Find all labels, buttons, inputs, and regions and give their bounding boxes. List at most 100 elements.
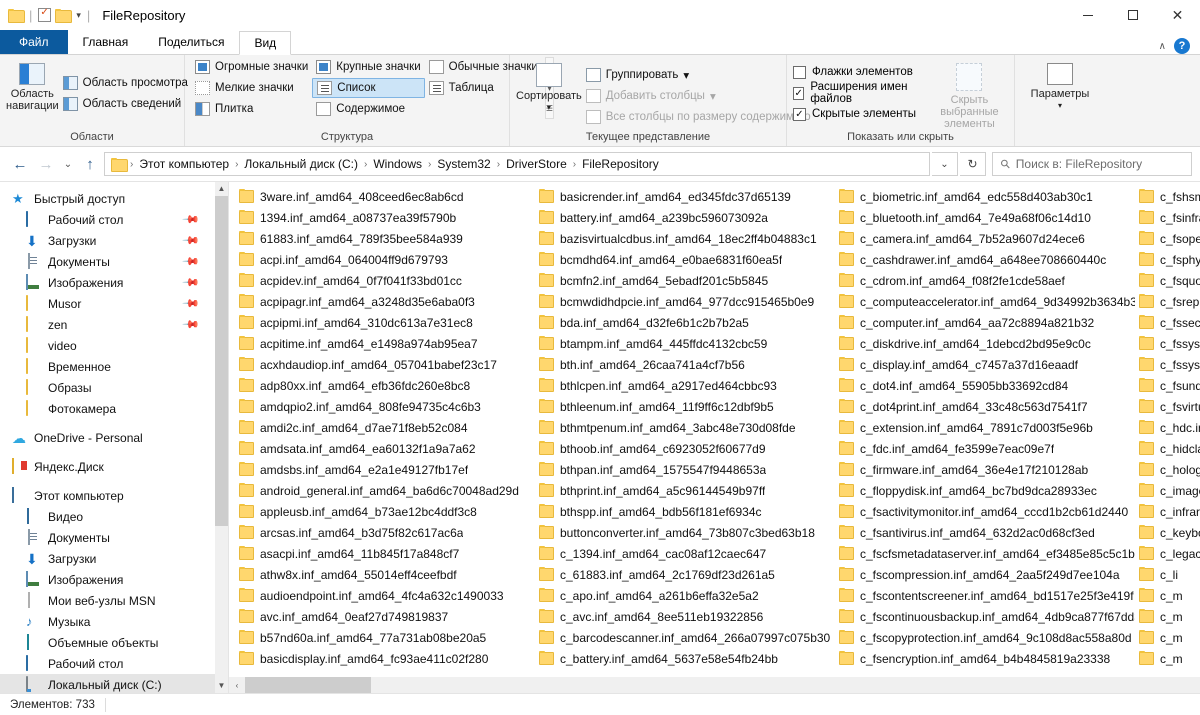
file-list-item[interactable]: c_li [1135, 564, 1200, 585]
sidebar-item-pc-documents[interactable]: Документы [0, 527, 228, 548]
sidebar-item-documents[interactable]: Документы 📌 [0, 251, 228, 272]
sidebar-item-zen[interactable]: zen 📌 [0, 314, 228, 335]
file-list-item[interactable]: c_diskdrive.inf_amd64_1debcd2bd95e9c0c [835, 333, 1135, 354]
breadcrumb-item-2[interactable]: Windows [369, 157, 426, 171]
extra-large-icons-button[interactable]: Огромные значки [191, 57, 312, 77]
file-list-item[interactable]: c_fsopenfilebackup.inf_amd64_2174d2189fc… [1135, 228, 1200, 249]
customize-qat-icon[interactable]: ▾ [76, 10, 81, 21]
file-list-item[interactable]: basicrender.inf_amd64_ed345fdc37d65139 [535, 186, 835, 207]
preview-pane-button[interactable]: Область просмотра [59, 73, 192, 93]
file-list-item[interactable]: appleusb.inf_amd64_b73ae12bc4ddf3c8 [235, 501, 535, 522]
tab-file[interactable]: Файл [0, 30, 68, 54]
file-list-item[interactable]: c_fsinfrastructure.inf_amd64_1ef682cfd6f… [1135, 207, 1200, 228]
add-columns-button[interactable]: Добавить столбцы ▾ [582, 86, 815, 106]
breadcrumb-item-4[interactable]: DriverStore [502, 157, 571, 171]
file-extensions-row[interactable]: ✓ Расширения имен файлов [793, 81, 931, 105]
file-list-item[interactable]: c_biometric.inf_amd64_edc558d403ab30c1 [835, 186, 1135, 207]
pin-icon[interactable]: 📌 [182, 273, 201, 292]
breadcrumb-item-5[interactable]: FileRepository [578, 157, 663, 171]
file-list-item[interactable]: c_battery.inf_amd64_5637e58e54fb24bb [535, 648, 835, 669]
file-list-item[interactable]: c_dot4print.inf_amd64_33c48c563d7541f7 [835, 396, 1135, 417]
size-all-columns-button[interactable]: Все столбцы по размеру содержимого [582, 107, 815, 127]
file-list-item[interactable]: basicdisplay.inf_amd64_fc93ae411c02f280 [235, 648, 535, 669]
sidebar-item-photocamera[interactable]: Фотокамера [0, 398, 228, 419]
file-list-item[interactable]: c_fscontentscreener.inf_amd64_bd1517e25f… [835, 585, 1135, 606]
options-button[interactable]: Параметры ▾ [1027, 59, 1093, 112]
search-input[interactable]: Поиск в: FileRepository [1016, 157, 1142, 171]
file-list-item[interactable]: btampm.inf_amd64_445ffdc4132cbc59 [535, 333, 835, 354]
file-list-item[interactable]: 3ware.inf_amd64_408ceed6ec8ab6cd [235, 186, 535, 207]
nav-scroll-up-icon[interactable]: ▲ [215, 182, 228, 196]
file-list-item[interactable]: c_infrared.inf_amd64_3160910a003e1f11 [1135, 501, 1200, 522]
close-button[interactable]: ✕ [1155, 0, 1200, 30]
list-view-button[interactable]: Список [312, 78, 425, 98]
sort-by-button[interactable]: Сортировать ▾ [516, 59, 582, 114]
file-list-item[interactable]: b57nd60a.inf_amd64_77a731ab08be20a5 [235, 627, 535, 648]
file-list-item[interactable]: c_1394.inf_amd64_cac08af12caec647 [535, 543, 835, 564]
file-list-item[interactable]: bthleenum.inf_amd64_11f9ff6c12dbf9b5 [535, 396, 835, 417]
file-list-item[interactable]: acpidev.inf_amd64_0f7f041f33bd01cc [235, 270, 535, 291]
sidebar-item-pictures[interactable]: Изображения 📌 [0, 272, 228, 293]
sidebar-item-onedrive[interactable]: ☁ OneDrive - Personal [0, 427, 228, 448]
forward-button[interactable]: → [34, 152, 58, 176]
file-list-item[interactable]: c_display.inf_amd64_c7457a37d16eaadf [835, 354, 1135, 375]
sidebar-item-downloads[interactable]: ⬇ Загрузки 📌 [0, 230, 228, 251]
navigation-pane-scrollbar[interactable]: ▲ ▼ [215, 182, 228, 693]
file-list-item[interactable]: c_avc.inf_amd64_8ee511eb19322856 [535, 606, 835, 627]
item-checkboxes-row[interactable]: Флажки элементов [793, 62, 931, 82]
sidebar-item-pc-desktop[interactable]: Рабочий стол [0, 653, 228, 674]
file-list-item[interactable]: bcmwdidhdpcie.inf_amd64_977dcc915465b0e9 [535, 291, 835, 312]
hscroll-left-icon[interactable]: ‹ [229, 677, 245, 693]
file-list-item[interactable]: c_camera.inf_amd64_7b52a9607d24ece6 [835, 228, 1135, 249]
file-list-item[interactable]: c_61883.inf_amd64_2c1769df23d261a5 [535, 564, 835, 585]
group-by-button[interactable]: Группировать ▾ [582, 65, 815, 85]
file-list-item[interactable]: c_holographic.inf_amd64_6ab9629b23deb837 [1135, 459, 1200, 480]
file-list-item[interactable]: c_floppydisk.inf_amd64_bc7bd9dca28933ec [835, 480, 1135, 501]
sidebar-item-local-disk-c[interactable]: Локальный диск (C:) [0, 674, 228, 693]
file-list-item[interactable]: c_legacydriver.inf_amd64_c07aa9c633b5271… [1135, 543, 1200, 564]
file-list-item[interactable]: c_fssystem.inf_amd64_89e15d7e662d6584 [1135, 333, 1200, 354]
sidebar-item-pc-downloads[interactable]: ⬇ Загрузки [0, 548, 228, 569]
file-list-item[interactable]: bthlcpen.inf_amd64_a2917ed464cbbc93 [535, 375, 835, 396]
sidebar-item-this-pc[interactable]: Этот компьютер [0, 485, 228, 506]
hide-selected-items-button[interactable]: Скрыть выбранные элементы [931, 59, 1008, 130]
file-list-item[interactable]: audioendpoint.inf_amd64_4fc4a632c1490033 [235, 585, 535, 606]
sidebar-item-temporary[interactable]: Временное [0, 356, 228, 377]
file-list-item[interactable]: arcsas.inf_amd64_b3d75f82c617ac6a [235, 522, 535, 543]
properties-icon[interactable] [38, 7, 52, 22]
item-checkboxes-checkbox[interactable] [793, 65, 806, 79]
sidebar-item-msn-websites[interactable]: Мои веб-узлы MSN [0, 590, 228, 611]
file-list-item[interactable]: c_fscompression.inf_amd64_2aa5f249d7ee10… [835, 564, 1135, 585]
file-list-item[interactable]: c_hdc.inf_amd64_6e00e835fbceac58 [1135, 417, 1200, 438]
pin-icon[interactable]: 📌 [182, 294, 201, 313]
file-list-item[interactable]: bazisvirtualcdbus.inf_amd64_18ec2ff4b048… [535, 228, 835, 249]
file-list-item[interactable]: bthspp.inf_amd64_bdb56f181ef6934c [535, 501, 835, 522]
sidebar-item-3d-objects[interactable]: Объемные объекты [0, 632, 228, 653]
tab-home[interactable]: Главная [68, 30, 144, 54]
file-list-item[interactable]: acpipagr.inf_amd64_a3248d35e6aba0f3 [235, 291, 535, 312]
pin-icon[interactable]: 📌 [182, 252, 201, 271]
file-list-item[interactable]: acpitime.inf_amd64_e1498a974ab95ea7 [235, 333, 535, 354]
file-list-item[interactable]: c_fsphysicalquotamgmt.inf_amd64_796516c1… [1135, 249, 1200, 270]
file-list-item[interactable]: c_image.inf_amd64_31731e48047fa274 [1135, 480, 1200, 501]
help-icon[interactable]: ? [1174, 38, 1190, 54]
file-list-item[interactable]: c_m [1135, 606, 1200, 627]
refresh-icon[interactable]: ↻ [960, 152, 986, 176]
file-list-item[interactable]: c_hidclass.inf_amd64_b37df5bd0922aeef [1135, 438, 1200, 459]
file-list-item[interactable]: bthmtpenum.inf_amd64_3abc48e730d08fde [535, 417, 835, 438]
file-list-item[interactable]: buttonconverter.inf_amd64_73b807c3bed63b… [535, 522, 835, 543]
file-list-item[interactable]: c_fscontinuousbackup.inf_amd64_4db9ca877… [835, 606, 1135, 627]
options-dropdown-icon[interactable]: ▾ [1058, 100, 1062, 112]
file-list-item[interactable]: c_fsundelete.inf_amd64_741f159cc6ce7814 [1135, 375, 1200, 396]
sidebar-item-pc-pictures[interactable]: Изображения [0, 569, 228, 590]
navigation-pane-button[interactable]: Область навигации [6, 59, 59, 112]
file-list-item[interactable]: asacpi.inf_amd64_11b845f17a848cf7 [235, 543, 535, 564]
sidebar-item-musor[interactable]: Musor 📌 [0, 293, 228, 314]
pin-icon[interactable]: 📌 [182, 231, 201, 250]
file-list-item[interactable]: c_fshsm.inf_amd64_48c6ccb73844d3bb [1135, 186, 1200, 207]
breadcrumb-item-1[interactable]: Локальный диск (C:) [240, 157, 362, 171]
tab-view[interactable]: Вид [239, 31, 292, 55]
nav-scroll-down-icon[interactable]: ▼ [215, 679, 228, 693]
sidebar-item-yandex-disk[interactable]: Яндекс.Диск [0, 456, 228, 477]
file-list-item[interactable]: c_fssystemrecovery.inf_amd64_aa57df1ffa9… [1135, 354, 1200, 375]
